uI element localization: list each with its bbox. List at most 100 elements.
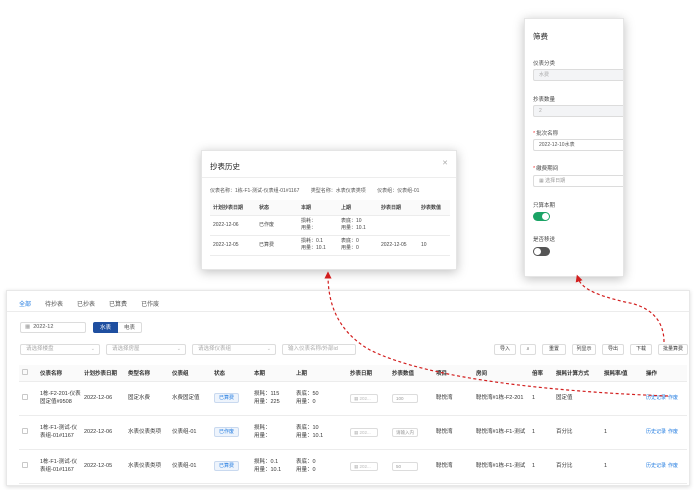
read-date-value: 202...: [359, 463, 371, 469]
panel-title: 筛费: [533, 32, 548, 41]
history-link[interactable]: 历史记录: [646, 429, 666, 435]
plan-date: 2022-12-06: [81, 415, 125, 450]
current-usage: 用量：10.1: [254, 467, 282, 473]
history-link[interactable]: 历史记录: [646, 395, 666, 401]
toggle-knob: [534, 248, 541, 255]
modal-divider: [202, 177, 456, 178]
void-link[interactable]: 作废: [668, 395, 678, 401]
col-actions: 操作: [643, 365, 687, 382]
table-header-row: 仪表名称 计划抄表日期 类型名称 仪表组 状态 本期 上期 抄表日期 抄表数值 …: [19, 365, 687, 382]
meta-type-name: 类型名称：水表仪表类项: [310, 188, 366, 194]
read-date-value: 202...: [359, 395, 371, 401]
col-type-name: 类型名称: [125, 365, 169, 382]
col-project: 项目: [433, 365, 473, 382]
period-label-text: 缴费期间: [536, 166, 559, 172]
read-value-input[interactable]: 100: [392, 393, 418, 403]
month-picker[interactable]: ▦ 2022-12: [20, 322, 86, 333]
only-current-label: 只算本期: [533, 203, 556, 209]
h-read-date: [378, 215, 418, 236]
history-header-row: 计划抄表日期 状态 本期 上期 抄表日期 抄表数值: [210, 200, 450, 216]
status-cell: 已算费: [211, 381, 251, 416]
void-link[interactable]: 作废: [668, 429, 678, 435]
history-table: 计划抄表日期 状态 本期 上期 抄表日期 抄表数值 2022-12-06 已作废…: [210, 200, 450, 256]
meter-search-input[interactable]: 输入仪表名称/外部id: [282, 344, 356, 355]
read-date-input[interactable]: ▦ 202...: [350, 427, 378, 437]
history-link[interactable]: 历史记录: [646, 463, 666, 469]
table-row: 1栋-F2-201-仪表固定值#9508 2022-12-06 固定水费 水费固…: [19, 381, 687, 416]
loss-method: 固定值: [553, 381, 601, 416]
meter-group-select[interactable]: 请选择仪表组 ⌄: [192, 344, 276, 355]
read-date-input[interactable]: ▦ 202...: [350, 393, 378, 403]
building-select[interactable]: 请选择楼盘 ⌄: [20, 344, 100, 355]
calendar-icon: ▦: [25, 324, 31, 330]
row-checkbox[interactable]: [19, 449, 37, 484]
column-display-button[interactable]: 列显示: [572, 344, 596, 355]
col-meter-group: 仪表组: [169, 365, 211, 382]
tab-divider: [7, 311, 689, 312]
h-current: 损耗： 用量：: [298, 215, 338, 236]
merge-toggle[interactable]: [533, 247, 550, 256]
segment-electric[interactable]: 电表: [118, 322, 143, 333]
batch-name-label-text: 批次名称: [536, 131, 559, 137]
read-date-cell: ▦ 202...: [347, 449, 389, 484]
current-loss: 损耗：115: [254, 391, 280, 397]
meta-meter-name: 仪表名称：1栋-F1-测试-仪表组-01#1167: [210, 188, 300, 194]
current-cell: 损耗： 用量：: [251, 415, 293, 450]
current-cell: 损耗：115 用量：225: [251, 381, 293, 416]
read-value-cell: 100: [389, 381, 433, 416]
h-current-loss: 损耗：0.1: [301, 238, 323, 244]
h-current: 损耗：0.1 用量：10.1: [298, 235, 338, 256]
read-value-input[interactable]: 50: [392, 461, 418, 471]
count-label: 抄表数量: [533, 97, 556, 103]
actions-cell: 历史记录 作废: [643, 381, 687, 416]
import-button[interactable]: 导入: [494, 344, 516, 355]
status-badge: 已算费: [214, 461, 240, 471]
read-value-cell: 50: [389, 449, 433, 484]
batch-fee-button[interactable]: 批量算费: [658, 344, 688, 355]
room: 聪悦湾#1栋-F2-201: [473, 381, 529, 416]
batch-fee-panel: 筛费 仪表分类 水费 抄表数量 2 *批次名称 2022-12-10水表 *缴费…: [524, 18, 624, 277]
previous-cell: 表底：0 用量：0: [293, 449, 347, 484]
status-badge: 已算费: [214, 393, 240, 403]
previous-base: 表底：10: [296, 425, 319, 431]
batch-name-input[interactable]: 2022-12-10水表: [533, 139, 623, 151]
building-select-placeholder: 请选择楼盘: [26, 346, 54, 352]
reading-history-modal: 抄表历史 ✕ 仪表名称：1栋-F1-测试-仪表组-01#1167 类型名称：水表…: [201, 150, 457, 270]
property-select[interactable]: 请选择房屋 ⌄: [106, 344, 186, 355]
h-plan-date: 2022-12-05: [210, 235, 256, 256]
loss-rate: [601, 381, 643, 416]
only-current-toggle[interactable]: [533, 212, 550, 221]
search-button[interactable]: ⌕: [520, 344, 536, 355]
segment-water[interactable]: 水表: [93, 322, 119, 333]
reset-button[interactable]: 重置: [542, 344, 566, 355]
close-icon[interactable]: ✕: [442, 159, 448, 167]
category-label: 仪表分类: [533, 61, 556, 67]
read-date-cell: ▦ 202...: [347, 415, 389, 450]
loss-method: 百分比: [553, 449, 601, 484]
export-button[interactable]: 导出: [602, 344, 624, 355]
h-previous-base: 表底：0: [341, 238, 359, 244]
download-button[interactable]: 下载: [630, 344, 652, 355]
modal-meta: 仪表名称：1栋-F1-测试-仪表组-01#1167 类型名称：水表仪表类项 仪表…: [210, 187, 429, 194]
row-checkbox[interactable]: [19, 415, 37, 450]
project: 聪悦湾: [433, 415, 473, 450]
h-read-value: [418, 215, 450, 236]
row-checkbox[interactable]: [19, 381, 37, 416]
read-value-input[interactable]: 请输入内: [392, 427, 418, 437]
hcol-current: 本期: [298, 200, 338, 216]
read-date-input[interactable]: ▦ 202...: [350, 461, 378, 471]
void-link[interactable]: 作废: [668, 463, 678, 469]
h-previous-usage: 用量：10.1: [341, 225, 366, 231]
previous-base: 表底：50: [296, 391, 319, 397]
previous-base: 表底：0: [296, 459, 316, 465]
period-placeholder: 选择日期: [545, 178, 566, 184]
hcol-status: 状态: [256, 200, 298, 216]
h-current-usage: 用量：10.1: [301, 245, 326, 251]
search-icon: ⌕: [526, 346, 530, 352]
period-date-picker[interactable]: ▦ 选择日期: [533, 175, 623, 187]
loss-method: 百分比: [553, 415, 601, 450]
month-value: 2022-12: [33, 324, 54, 330]
h-current-loss: 损耗：: [301, 218, 317, 224]
h-current-usage: 用量：: [301, 225, 317, 231]
select-all-checkbox[interactable]: [19, 365, 37, 382]
